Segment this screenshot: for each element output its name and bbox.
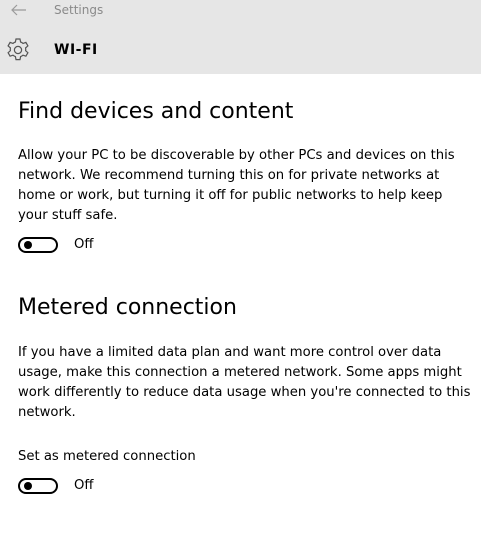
metered-toggle[interactable] [18,478,58,494]
metered-setting-label: Set as metered connection [18,449,196,464]
find-devices-heading: Find devices and content [18,99,294,124]
page-title: WI-FI [54,42,98,58]
title-bar: Settings [0,0,481,22]
find-devices-toggle[interactable] [18,237,58,253]
toggle-knob [24,241,32,249]
metered-toggle-state: Off [74,478,94,493]
find-devices-description: Allow your PC to be discoverable by othe… [18,148,455,223]
back-button[interactable] [8,0,30,20]
find-devices-toggle-state: Off [74,237,94,252]
gear-icon [7,38,29,61]
header-bar: Settings WI-FI [0,0,481,74]
metered-heading: Metered connection [18,295,237,320]
metered-description: If you have a limited data plan and want… [18,345,471,420]
toggle-knob [24,482,32,490]
back-arrow-icon [11,4,26,16]
window-title: Settings [54,3,104,17]
